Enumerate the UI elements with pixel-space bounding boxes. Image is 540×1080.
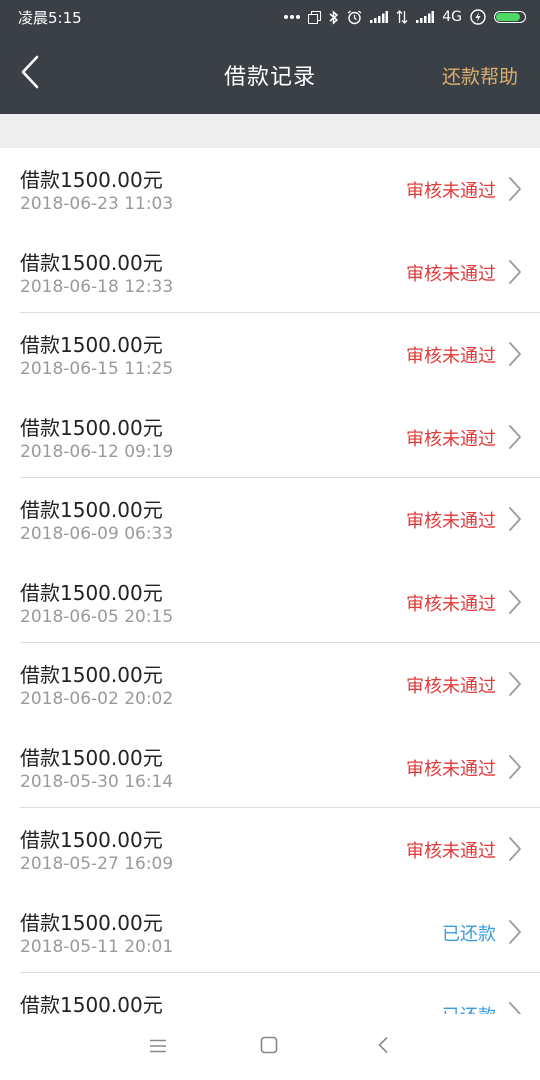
menu-icon [149,1038,167,1057]
loan-amount: 借款1500.00元 [20,580,163,605]
loan-status: 审核未通过 [406,511,496,532]
more-dots-icon [284,14,301,20]
chevron-right-icon [508,671,522,697]
home-button[interactable] [254,1034,284,1060]
home-square-icon [260,1036,278,1058]
system-back-button[interactable] [368,1034,398,1060]
transfer-icon [396,10,408,24]
loan-record-row[interactable]: 借款1500.00元 2018-05-30 16:14 审核未通过 [0,726,540,808]
loan-amount: 借款1500.00元 [20,168,163,192]
loan-amount: 借款1500.00元 [20,415,163,440]
loan-date: 2018-06-23 11:03 [20,194,174,214]
loan-status: 已还款 [442,923,496,945]
loan-amount: 借款1500.00元 [20,993,163,1014]
loan-date: 2018-06-02 20:02 [20,689,174,709]
loan-amount: 借款1500.00元 [20,250,163,275]
repayment-help-link[interactable]: 还款帮助 [442,62,518,89]
chevron-right-icon [508,176,522,202]
loan-record-row[interactable]: 借款1500.00元 2018-06-09 06:33 审核未通过 [0,478,540,561]
system-nav-bar [0,1014,540,1080]
alarm-icon [347,9,362,25]
battery-icon [494,11,526,23]
chevron-right-icon [508,259,522,285]
status-bar: 凌晨5:15 4G [0,0,540,34]
loan-status: 审核未通过 [406,181,496,202]
loan-record-row[interactable]: 借款1500.00元 2018-06-23 11:03 审核未通过 [0,148,540,231]
loan-record-row[interactable]: 借款1500.00元 2018-06-18 12:33 审核未通过 [0,231,540,313]
charging-icon [470,9,486,25]
chevron-right-icon [508,341,522,367]
loan-amount: 借款1500.00元 [20,910,163,935]
loan-record-row[interactable]: 借款1500.00元 2018-05-11 20:01 已还款 [0,891,540,973]
status-icons: 4G [284,6,526,28]
loan-record-list: 借款1500.00元 2018-06-23 11:03 审核未通过 借款1500.00… [0,148,540,1014]
loan-date: 2018-06-05 20:15 [20,606,174,627]
loan-record-row[interactable]: 借款1500.00元 2018-06-15 11:25 审核未通过 [0,313,540,396]
loan-date: 2018-05-30 16:14 [20,771,174,792]
loan-status: 审核未通过 [406,593,496,615]
loan-record-row[interactable]: 借款1500.00元 2018-06-02 20:02 审核未通过 [0,643,540,726]
loan-status: 审核未通过 [406,758,496,780]
loan-status: 审核未通过 [406,346,496,367]
loan-record-row[interactable]: 借款1500.00元 2018-06-12 09:19 审核未通过 [0,396,540,478]
status-time: 凌晨5:15 [18,9,82,27]
loan-amount: 借款1500.00元 [20,498,163,522]
bluetooth-icon [329,9,339,25]
menu-button[interactable] [143,1034,173,1060]
chevron-right-icon [508,836,522,862]
loan-amount: 借款1500.00元 [20,828,163,852]
signal-icon [416,11,435,23]
loan-status: 已还款 [442,1002,496,1014]
network-type-label: 4G [442,9,462,25]
chevron-right-icon [508,506,522,532]
back-chevron-icon [377,1036,389,1058]
loan-date: 2018-06-12 09:19 [20,441,174,462]
loan-date: 2018-06-15 11:25 [20,359,174,379]
chevron-right-icon [508,424,522,450]
chevron-right-icon [508,754,522,780]
loan-status: 审核未通过 [406,263,496,285]
battery-level [496,13,520,21]
loan-status: 审核未通过 [406,428,496,450]
loan-date: 2018-06-18 12:33 [20,276,174,297]
chevron-right-icon [508,919,522,945]
loan-record-row[interactable]: 借款1500.00元 已还款 [0,973,540,1014]
chevron-right-icon [508,589,522,615]
loan-status: 审核未通过 [406,841,496,862]
copy-icon [308,10,322,24]
chevron-right-icon [508,1001,522,1014]
loan-records-screen: 凌晨5:15 4G 借款记录 还款帮助 借款1500.00元 2018-06-2… [0,0,540,1080]
loan-record-row[interactable]: 借款1500.00元 2018-06-05 20:15 审核未通过 [0,561,540,643]
loan-status: 审核未通过 [406,676,496,697]
loan-record-row[interactable]: 借款1500.00元 2018-05-27 16:09 审核未通过 [0,808,540,891]
section-gap [0,114,540,148]
loan-amount: 借款1500.00元 [20,745,163,770]
loan-date: 2018-05-27 16:09 [20,854,174,874]
loan-amount: 借款1500.00元 [20,333,163,357]
signal-icon [370,11,389,23]
header-bar: 借款记录 还款帮助 [0,34,540,114]
loan-date: 2018-05-11 20:01 [20,936,174,957]
loan-date: 2018-06-09 06:33 [20,524,174,544]
loan-amount: 借款1500.00元 [20,663,163,687]
